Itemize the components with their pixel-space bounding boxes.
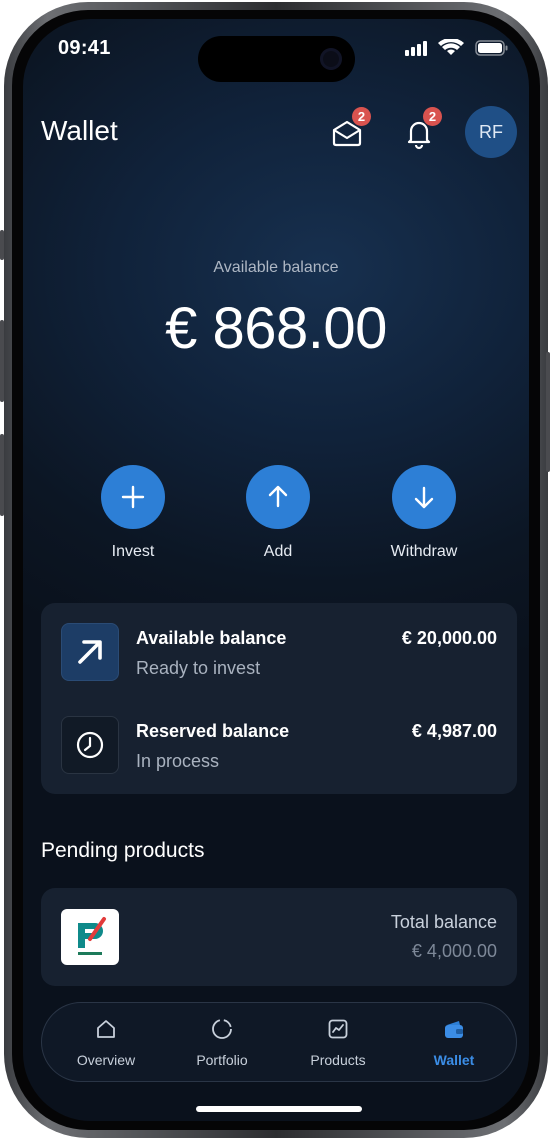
arrow-up-icon (268, 485, 288, 508)
nav-item-portfolio[interactable]: Portfolio (172, 1017, 272, 1068)
product-logo (61, 909, 119, 965)
add-action[interactable]: Add (223, 465, 333, 561)
available-balance-icon-box (61, 623, 119, 681)
available-balance-subtitle: Ready to invest (136, 658, 261, 678)
invest-action[interactable]: Invest (78, 465, 188, 561)
arrow-down-icon (414, 486, 434, 509)
home-indicator (196, 1106, 362, 1112)
home-icon (97, 1020, 115, 1038)
volume-down-button (0, 434, 4, 516)
nav-item-products[interactable]: Products (288, 1017, 388, 1068)
status-time: 09:41 (58, 37, 111, 59)
balance-amount: € 868.00 (165, 296, 387, 361)
nav-item-overview[interactable]: Overview (56, 1017, 156, 1068)
arrow-up-right-icon (78, 640, 102, 664)
reserved-balance-subtitle: In process (136, 751, 220, 771)
nav-label-products: Products (310, 1052, 366, 1068)
mute-switch (0, 230, 4, 260)
signal-wifi-battery-icon (405, 37, 508, 56)
nav-label-overview: Overview (76, 1052, 136, 1068)
available-balance-amount: € 20,000.00 (401, 628, 497, 648)
chart-icon (328, 1019, 348, 1039)
total-balance-label: Total balance (390, 912, 497, 932)
reserved-balance-title: Reserved balance (136, 721, 290, 741)
bottom-nav: Overview Portfolio Products Wallet (41, 1002, 517, 1082)
withdraw-button[interactable] (392, 465, 456, 529)
volume-up-button (0, 320, 4, 402)
notifications-button[interactable]: 2 (397, 107, 442, 154)
clock-icon (76, 731, 104, 759)
nav-item-wallet[interactable]: Wallet (404, 1017, 504, 1068)
wallet-icon (445, 1021, 463, 1038)
circle-chart-icon (212, 1019, 232, 1039)
balances-card: Available balance Ready to invest € 20,0… (41, 603, 517, 794)
pending-product-card[interactable]: Total balance € 4,000.00 (41, 888, 517, 986)
invest-button[interactable] (101, 465, 165, 529)
notifications-badge: 2 (423, 107, 442, 126)
page-title: Wallet (41, 115, 118, 146)
plus-icon (121, 485, 145, 509)
status-icons (405, 37, 517, 57)
reserved-balance-amount: € 4,987.00 (411, 721, 497, 741)
nav-label-portfolio: Portfolio (196, 1052, 248, 1068)
total-balance-amount: € 4,000.00 (411, 941, 497, 961)
withdraw-action[interactable]: Withdraw (369, 465, 479, 561)
power-button (546, 352, 550, 472)
balance-label: Available balance (213, 259, 339, 276)
avatar[interactable]: RF (465, 106, 517, 158)
messages-badge: 2 (352, 107, 371, 126)
reserved-balance-icon-box (61, 716, 119, 774)
add-button[interactable] (246, 465, 310, 529)
nav-label-wallet: Wallet (433, 1052, 475, 1068)
available-balance-title: Available balance (136, 628, 287, 648)
add-label: Add (263, 543, 293, 560)
screen: 09:41 Wallet 2 2 RF Available balance € … (23, 19, 529, 1121)
withdraw-label: Withdraw (390, 543, 458, 560)
pending-products-heading: Pending products (41, 839, 205, 862)
camera (320, 48, 342, 70)
messages-button[interactable]: 2 (325, 107, 371, 154)
invest-label: Invest (111, 543, 155, 560)
